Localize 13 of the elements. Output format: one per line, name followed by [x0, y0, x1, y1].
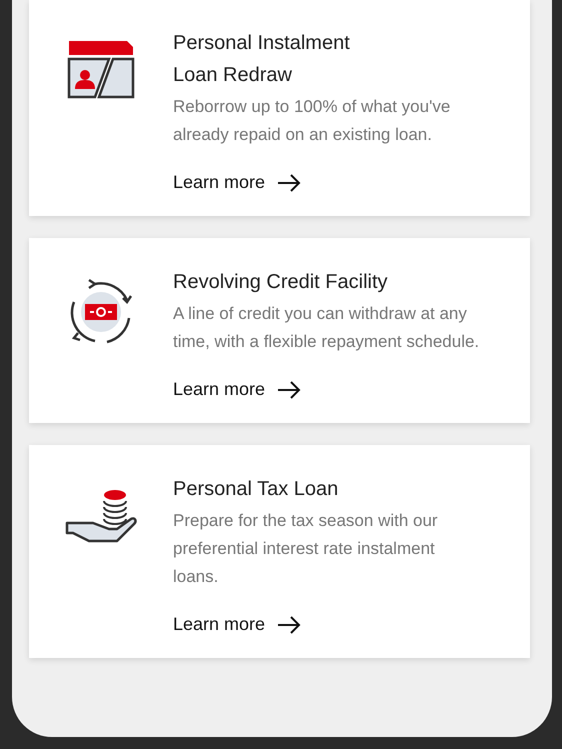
card-title: Revolving Credit Facility	[173, 270, 389, 295]
learn-more-link[interactable]: Learn more	[173, 611, 302, 638]
learn-more-link[interactable]: Learn more	[173, 169, 302, 196]
learn-more-link[interactable]: Learn more	[173, 376, 302, 403]
arrow-right-icon	[277, 174, 302, 192]
card-description: Reborrow up to 100% of what you've already repaid on an existing loan.	[173, 96, 452, 146]
card-description: Prepare for the tax season with our preferential interest rate instalment loans.	[173, 510, 439, 588]
card-description: A line of credit you can withdraw at any time, with a flexible repayment schedule.	[173, 303, 480, 353]
arrow-right-icon	[277, 616, 302, 634]
id-card-icon	[67, 39, 135, 99]
card-title: Personal Tax Loan	[173, 477, 340, 502]
card-title: Personal Instalment Loan Redraw	[173, 31, 351, 88]
arrow-right-icon	[277, 380, 302, 398]
